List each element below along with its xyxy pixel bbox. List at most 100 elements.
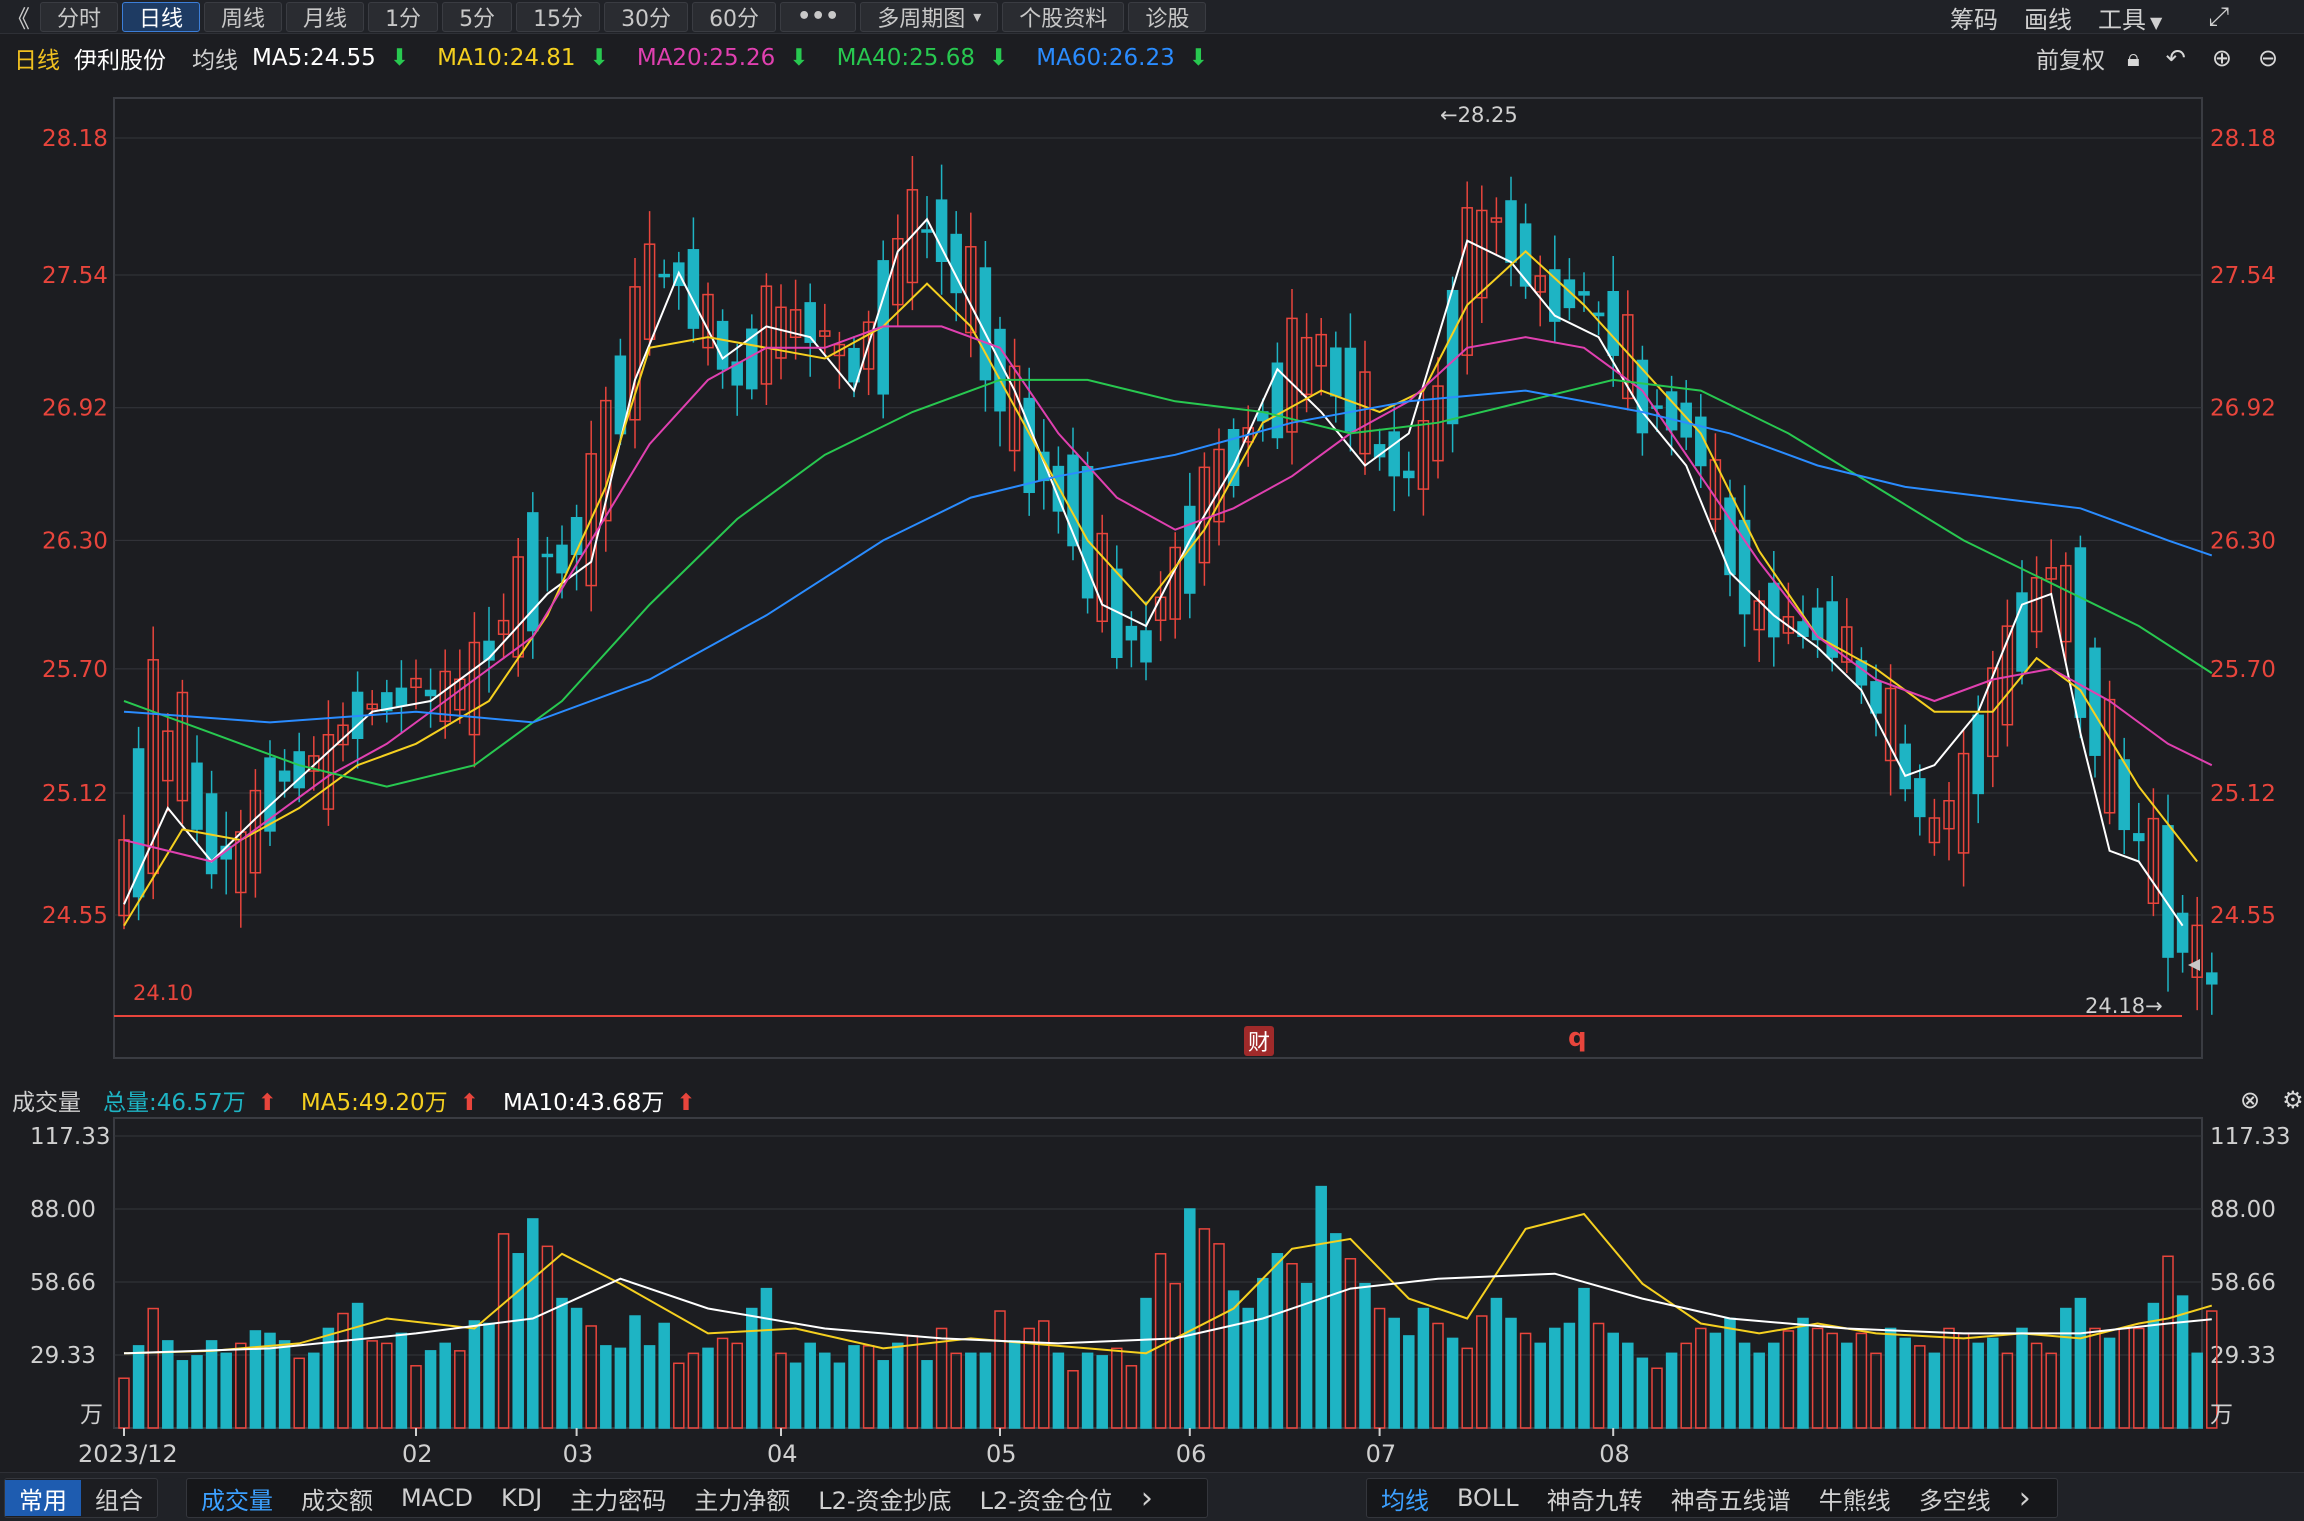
volume-bar: [1622, 1342, 1634, 1429]
volume-bar: [1987, 1337, 1999, 1429]
kline-chart[interactable]: 28.18 28.18 27.54 27.54 26.92 26.92 26.30 26.30…: [0, 0, 2304, 1472]
price-tick-left: 24.55: [42, 903, 108, 929]
price-tick-left: 25.70: [42, 657, 108, 683]
low-annotation: 24.18→: [2085, 994, 2163, 1018]
price-tick-left: 28.18: [42, 126, 108, 152]
volume-bar: [1563, 1322, 1576, 1429]
price-tick-right: 25.70: [2210, 657, 2276, 683]
volume-bar: [176, 1360, 189, 1429]
volume-bar: [1081, 1352, 1094, 1429]
volume-bar: [497, 1233, 510, 1429]
chevron-right-icon[interactable]: ›: [2005, 1481, 2045, 1516]
volume-bar: [439, 1342, 451, 1429]
candle-body: [1388, 431, 1400, 477]
x-label: 04: [767, 1440, 798, 1468]
volume-bar: [395, 1332, 408, 1429]
volume-bar: [512, 1253, 524, 1429]
overlay-tab-3[interactable]: 神奇五线谱: [1657, 1481, 1805, 1516]
candle-body: [1330, 347, 1342, 397]
volume-bar: [147, 1307, 159, 1429]
volume-bar: [1344, 1258, 1357, 1429]
volume-bar: [848, 1345, 860, 1429]
overlay-tab-5[interactable]: 多空线: [1905, 1481, 2005, 1516]
volume-tick-left: 58.66: [30, 1270, 96, 1296]
volume-bar: [687, 1352, 700, 1429]
indicator-tab-3[interactable]: KDJ: [487, 1484, 556, 1512]
volume-bar: [220, 1352, 232, 1429]
volume-bar: [1111, 1347, 1123, 1429]
volume-bar: [2089, 1327, 2101, 1429]
candle-body: [1403, 470, 1415, 479]
volume-bar: [249, 1330, 262, 1429]
candle-body: [2089, 647, 2101, 756]
volume-bar: [410, 1365, 422, 1429]
volume-bar: [1549, 1327, 1561, 1429]
volume-bar: [1753, 1352, 1765, 1429]
price-tick-right: 26.92: [2210, 396, 2276, 422]
volume-bar: [892, 1342, 904, 1429]
volume-bar: [877, 1360, 889, 1429]
volume-bar: [731, 1342, 743, 1429]
indicator-tab-1[interactable]: 成交额: [287, 1481, 387, 1516]
volume-bar: [1870, 1352, 1882, 1429]
volume-unit-left: 万: [80, 1402, 103, 1428]
volume-bar: [191, 1355, 203, 1429]
volume-bar: [1286, 1262, 1298, 1429]
x-label: 07: [1366, 1440, 1397, 1468]
volume-bar: [1695, 1327, 1707, 1429]
volume-bar: [541, 1245, 554, 1429]
volume-bar: [556, 1297, 568, 1429]
candle-body: [1140, 630, 1152, 663]
x-axis: 2023/12 02 03 04 05 06 07 08: [78, 1428, 1630, 1468]
candle-body: [424, 689, 437, 697]
tab-combo[interactable]: 组合: [81, 1481, 157, 1516]
candle-body: [1344, 347, 1357, 432]
candle-body: [658, 273, 670, 278]
candle-body: [264, 757, 276, 832]
volume-tick-left: 29.33: [30, 1343, 96, 1369]
volume-bar: [673, 1362, 685, 1429]
volume-bar: [1607, 1332, 1619, 1429]
volume-bar: [1052, 1352, 1065, 1429]
volume-bar: [1446, 1337, 1459, 1429]
overlay-tab-0[interactable]: 均线: [1367, 1481, 1443, 1516]
volume-bar: [483, 1322, 495, 1429]
indicator-tab-6[interactable]: L2-资金抄底: [804, 1481, 965, 1516]
volume-bar: [2030, 1342, 2043, 1429]
price-tick-left: 25.12: [42, 781, 108, 807]
overlay-tab-4[interactable]: 牛熊线: [1805, 1481, 1905, 1516]
volume-bar: [1928, 1352, 1941, 1429]
volume-bar: [1140, 1297, 1152, 1429]
indicator-bottom-bar: 常用 组合 成交量 成交额 MACD KDJ 主力密码 主力净额 L2-资金抄底 L2-资金仓…: [0, 1472, 2304, 1521]
ma-line-ma60: [123, 389, 2213, 724]
candle-body: [395, 687, 408, 707]
overlay-tab-1[interactable]: BOLL: [1443, 1484, 1533, 1512]
overlay-tab-2[interactable]: 神奇九转: [1533, 1481, 1657, 1516]
volume-bar: [1665, 1352, 1678, 1429]
volume-tick-left: 88.00: [30, 1197, 96, 1223]
indicator-tab-0[interactable]: 成交量: [187, 1481, 287, 1516]
volume-tick-right: 58.66: [2210, 1270, 2276, 1296]
candle-body: [2206, 972, 2218, 985]
indicator-tab-2[interactable]: MACD: [387, 1484, 487, 1512]
candle-body: [1505, 200, 1517, 263]
candle-body: [1023, 397, 1035, 494]
indicator-tab-5[interactable]: 主力净额: [680, 1481, 804, 1516]
candle-body: [687, 249, 700, 329]
price-tick-right: 26.30: [2210, 528, 2276, 554]
volume-bar: [1811, 1327, 1824, 1429]
chevron-right-icon[interactable]: ›: [1127, 1481, 1167, 1516]
volume-bar: [162, 1340, 174, 1429]
volume-bar: [1738, 1342, 1751, 1429]
volume-bar: [570, 1307, 583, 1429]
indicator-tab-4[interactable]: 主力密码: [556, 1481, 680, 1516]
price-tick-left: 27.54: [42, 263, 108, 289]
volume-bar: [1680, 1342, 1692, 1429]
candle-body: [1811, 607, 1824, 641]
volume-bars: [118, 1185, 2218, 1429]
q-marker[interactable]: q: [1568, 1023, 1587, 1053]
volume-bar: [1403, 1335, 1415, 1429]
indicator-tab-7[interactable]: L2-资金仓位: [966, 1481, 1127, 1516]
volume-bar: [1578, 1287, 1590, 1429]
tab-common[interactable]: 常用: [5, 1480, 81, 1516]
